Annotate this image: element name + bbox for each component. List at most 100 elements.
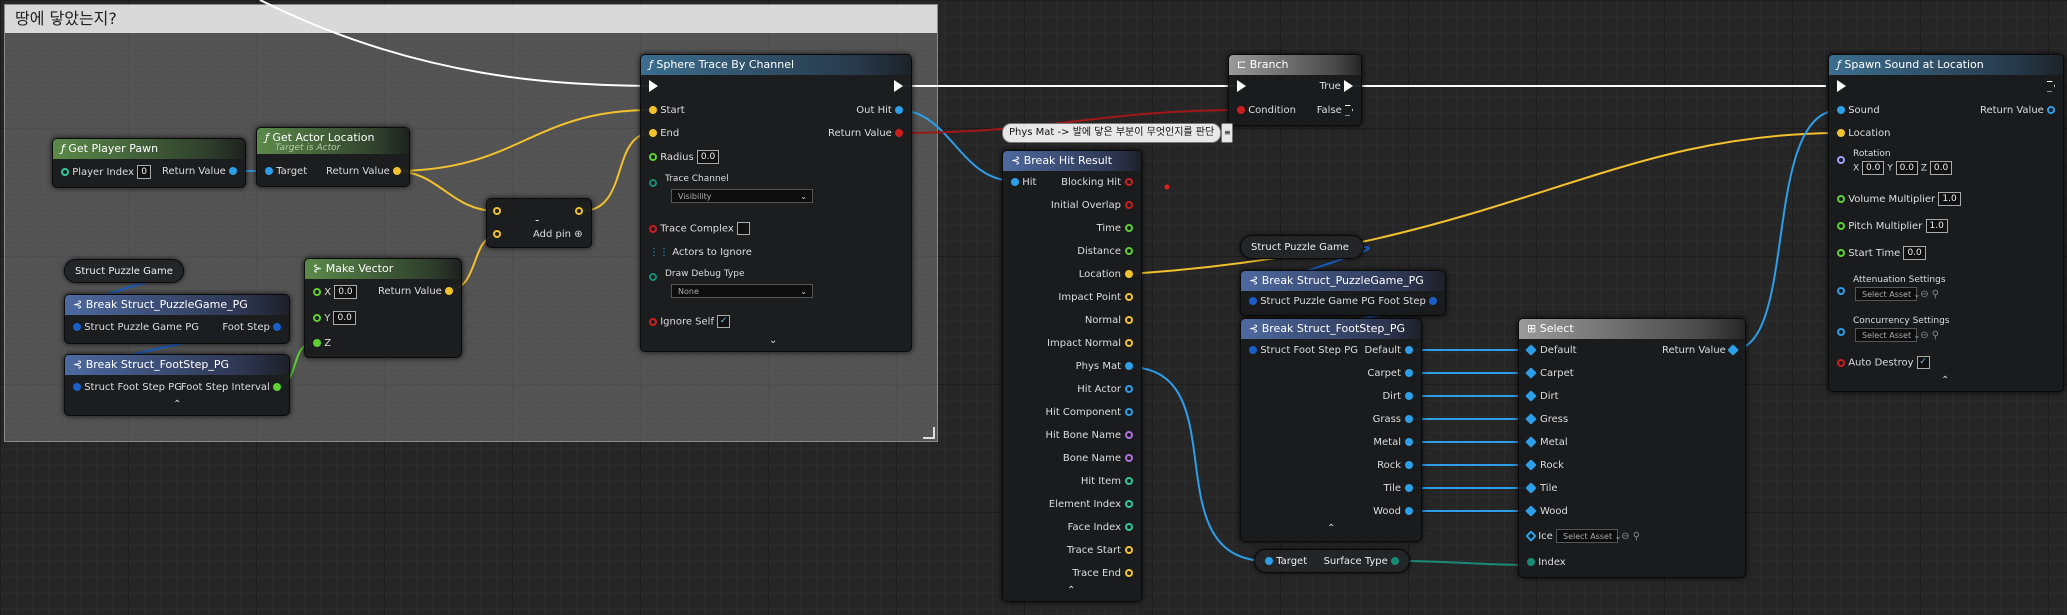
output-pin-icon[interactable] bbox=[1405, 461, 1413, 469]
exec-in-icon[interactable] bbox=[1237, 80, 1246, 92]
bubble-toggle-icon[interactable]: ≡ bbox=[1221, 123, 1233, 143]
get-player-pawn-node[interactable]: ƒ Get Player Pawn Player Index 0 Return … bbox=[52, 138, 246, 188]
volume-field[interactable]: 1.0 bbox=[1938, 192, 1961, 206]
output-pin-icon[interactable] bbox=[1125, 247, 1133, 255]
add-pin-button[interactable]: Add pin ⊕ bbox=[533, 228, 583, 242]
interval-pin-icon[interactable] bbox=[273, 383, 281, 391]
trace-complex-pin-icon[interactable] bbox=[649, 224, 657, 233]
ice-asset-dropdown[interactable]: Select Asset ⌄ bbox=[1555, 529, 1621, 543]
option-pin-icon[interactable] bbox=[1525, 436, 1537, 448]
foot-step-pin-icon[interactable] bbox=[1429, 297, 1437, 305]
pitch-pin-icon[interactable] bbox=[1837, 222, 1845, 230]
ignore-self-checkbox[interactable]: ✓ bbox=[717, 315, 731, 328]
break-puzzle-left-node[interactable]: ⊰ Break Struct_PuzzleGame_PG Struct Puzz… bbox=[64, 294, 290, 344]
output-pin-icon[interactable] bbox=[1125, 293, 1133, 301]
output-pin-icon[interactable] bbox=[1125, 454, 1133, 462]
struct-pin-icon[interactable] bbox=[1249, 297, 1257, 305]
player-index-pin-icon[interactable] bbox=[61, 168, 69, 176]
debug-type-dropdown[interactable]: None ⌄ bbox=[671, 284, 813, 298]
true-exec-icon[interactable] bbox=[1344, 80, 1353, 92]
search-icon[interactable]: ⚲ bbox=[1932, 330, 1939, 341]
condition-pin-icon[interactable] bbox=[1237, 106, 1245, 114]
attenuation-pin-icon[interactable] bbox=[1837, 287, 1845, 295]
output-pin-icon[interactable] bbox=[1125, 523, 1133, 531]
output-pin-icon[interactable] bbox=[1405, 415, 1413, 423]
ice-pin-icon[interactable] bbox=[1525, 530, 1537, 542]
option-pin-icon[interactable] bbox=[1525, 505, 1537, 517]
struct-pin-icon[interactable] bbox=[73, 323, 81, 331]
concurrency-dropdown[interactable]: Select Asset ⌄ bbox=[1855, 328, 1920, 342]
out-hit-pin-icon[interactable] bbox=[895, 106, 903, 114]
subtract-node[interactable]: - Add pin ⊕ bbox=[486, 198, 592, 248]
output-pin-icon[interactable] bbox=[1125, 408, 1133, 416]
output-pin-icon[interactable] bbox=[1405, 507, 1413, 515]
sphere-trace-node[interactable]: ƒ Sphere Trace By Channel Start Out Hit … bbox=[640, 54, 912, 352]
break-footstep-left-node[interactable]: ⊰ Break Struct_FootStep_PG Struct Foot S… bbox=[64, 354, 290, 416]
output-pin-icon[interactable] bbox=[1125, 362, 1133, 370]
search-icon[interactable]: ⚲ bbox=[1932, 289, 1939, 300]
rot-y-field[interactable]: 0.0 bbox=[1895, 161, 1918, 175]
struct-puzzle-game-mid[interactable]: Struct Puzzle Game bbox=[1240, 235, 1364, 259]
foot-step-pin-icon[interactable] bbox=[273, 323, 281, 331]
player-index-field[interactable]: 0 bbox=[137, 165, 151, 179]
output-pin-icon[interactable] bbox=[1125, 339, 1133, 347]
return-pin-icon[interactable] bbox=[2047, 106, 2055, 114]
y-field[interactable]: 0.0 bbox=[333, 311, 356, 325]
location-pin-icon[interactable] bbox=[1837, 129, 1845, 137]
output-pin-icon[interactable] bbox=[1405, 438, 1413, 446]
branch-node[interactable]: ⊏ Branch True Condition False bbox=[1228, 54, 1362, 126]
get-surface-type-node[interactable]: Target Surface Type bbox=[1254, 549, 1410, 573]
output-pin-icon[interactable] bbox=[1405, 392, 1413, 400]
browse-icon[interactable]: ⊖ bbox=[1621, 531, 1629, 542]
output-pin-icon[interactable] bbox=[1405, 484, 1413, 492]
volume-pin-icon[interactable] bbox=[1837, 195, 1845, 203]
struct-pin-icon[interactable] bbox=[1249, 346, 1257, 354]
x-pin-icon[interactable] bbox=[313, 288, 321, 296]
make-vector-node[interactable]: ⊱ Make Vector X 0.0 Return Value Y 0.0 Z bbox=[304, 258, 462, 358]
break-puzzle-mid-node[interactable]: ⊰ Break Struct_PuzzleGame_PG Struct Puzz… bbox=[1240, 270, 1446, 316]
option-pin-icon[interactable] bbox=[1525, 390, 1537, 402]
return-pin-icon[interactable] bbox=[1727, 344, 1739, 356]
spawn-sound-node[interactable]: ƒ Spawn Sound at Location Sound Return V… bbox=[1828, 54, 2064, 392]
collapse-caret-icon[interactable]: ⌃ bbox=[1941, 375, 1949, 386]
output-pin-icon[interactable] bbox=[1125, 224, 1133, 232]
output-pin-icon[interactable] bbox=[1125, 178, 1133, 186]
target-pin-icon[interactable] bbox=[1265, 557, 1273, 565]
start-time-pin-icon[interactable] bbox=[1837, 249, 1845, 257]
auto-destroy-pin-icon[interactable] bbox=[1837, 358, 1845, 367]
output-pin-icon[interactable] bbox=[1125, 477, 1133, 485]
trace-channel-dropdown[interactable]: Visibility ⌄ bbox=[671, 189, 813, 203]
collapse-caret-icon[interactable]: ⌃ bbox=[1327, 523, 1335, 534]
comment-title[interactable]: 땅에 닿았는지? bbox=[5, 5, 937, 33]
a-pin-icon[interactable] bbox=[493, 207, 501, 215]
collapse-caret-icon[interactable]: ⌃ bbox=[1067, 585, 1075, 596]
resize-handle-icon[interactable] bbox=[923, 427, 935, 439]
target-pin-icon[interactable] bbox=[265, 167, 273, 175]
radius-pin-icon[interactable] bbox=[649, 153, 657, 161]
debug-pin-icon[interactable] bbox=[649, 273, 657, 281]
return-pin-icon[interactable] bbox=[393, 167, 401, 175]
array-pin-icon[interactable]: ⋮⋮ bbox=[649, 247, 669, 258]
concurrency-pin-icon[interactable] bbox=[1837, 328, 1845, 336]
return-pin-icon[interactable] bbox=[895, 129, 903, 137]
z-pin-icon[interactable] bbox=[313, 339, 321, 347]
option-pin-icon[interactable] bbox=[1525, 344, 1537, 356]
exec-out-icon[interactable] bbox=[2047, 80, 2055, 92]
ignore-self-pin-icon[interactable] bbox=[649, 317, 657, 326]
comment-bubble[interactable]: Phys Mat -> 발에 닿은 부분이 무엇인지를 판단 bbox=[1002, 123, 1222, 143]
output-pin-icon[interactable] bbox=[1125, 385, 1133, 393]
output-pin-icon[interactable] bbox=[1125, 270, 1133, 278]
auto-destroy-checkbox[interactable]: ✓ bbox=[1916, 356, 1930, 369]
start-time-field[interactable]: 0.0 bbox=[1903, 246, 1926, 260]
return-pin-icon[interactable] bbox=[445, 287, 453, 295]
output-pin-icon[interactable] bbox=[1125, 569, 1133, 577]
collapse-caret-icon[interactable]: ⌃ bbox=[173, 399, 181, 410]
rot-z-field[interactable]: 0.0 bbox=[1929, 161, 1953, 175]
exec-in-icon[interactable] bbox=[1837, 80, 1846, 92]
rotation-pin-icon[interactable] bbox=[1837, 156, 1845, 164]
collapse-caret-icon[interactable]: ⌄ bbox=[769, 335, 777, 346]
attenuation-dropdown[interactable]: Select Asset ⌄ bbox=[1855, 287, 1920, 301]
return-pin-icon[interactable] bbox=[229, 167, 237, 175]
output-pin-icon[interactable] bbox=[1125, 201, 1133, 209]
break-footstep-mid-node[interactable]: ⊰ Break Struct_FootStep_PG Struct Foot S… bbox=[1240, 318, 1422, 542]
